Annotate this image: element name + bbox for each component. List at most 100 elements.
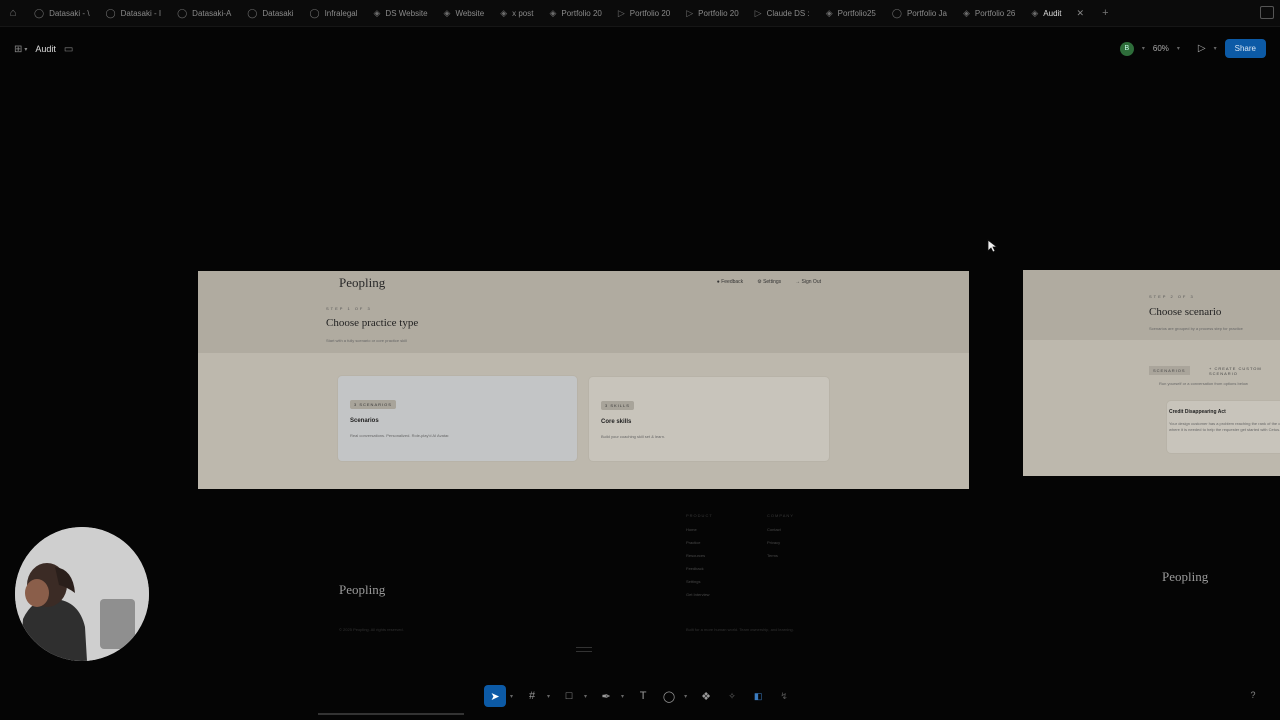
tab-8[interactable]: ◈ Portfolio 20 — [541, 0, 609, 26]
footer-link[interactable]: Contact — [767, 527, 781, 532]
card-title: Credit Disappearing Act — [1169, 409, 1226, 415]
tab-5[interactable]: ◈ DS Website — [366, 0, 436, 26]
tab-label: Portfolio 26 — [974, 8, 1016, 18]
footer-link[interactable]: Terms — [767, 553, 778, 558]
tab-label: Datasaki — [262, 8, 294, 18]
frame-header — [198, 271, 969, 353]
footer-tagline: Built for a more human world. Team owner… — [686, 627, 794, 632]
tab-2[interactable]: ◯ Datasaki-A — [169, 0, 239, 26]
present-icon[interactable]: ▷ — [1198, 43, 1206, 54]
footer-col-head: COMPANY — [767, 513, 794, 518]
tab-label: Website — [455, 8, 485, 18]
chevron-down-icon[interactable]: ▾ — [684, 693, 687, 700]
mouse-cursor-icon — [987, 239, 999, 253]
file-name[interactable]: Audit — [35, 44, 56, 54]
tab-label: Infralegal — [324, 8, 358, 18]
tab-3[interactable]: ◯ Datasaki — [239, 0, 301, 26]
tab-14[interactable]: ◈ Portfolio 26 — [955, 0, 1023, 26]
tab-1[interactable]: ◯ Datasaki - I — [98, 0, 170, 26]
card-desc: Build your coaching skill set & learn. — [601, 434, 666, 439]
nav-feedback[interactable]: ● Feedback — [717, 279, 743, 285]
tab-13[interactable]: ◯ Portfolio Ja — [884, 0, 955, 26]
tab-label: Claude DS : — [766, 8, 810, 18]
code-tool-icon[interactable]: ↯ — [773, 685, 795, 707]
design-icon: ◈ — [373, 7, 381, 18]
page-title: Choose scenario — [1149, 306, 1222, 318]
tab-0[interactable]: ◯ Datasaki - \ — [26, 0, 98, 26]
sidebar-toggle-icon[interactable]: ▭ — [64, 44, 73, 55]
core-skills-card[interactable]: 3 SKILLS Core skills Build your coaching… — [588, 376, 830, 462]
tab-12[interactable]: ◈ Portfolio25 — [818, 0, 884, 26]
main-menu-icon[interactable]: ⊞ — [14, 44, 22, 55]
tab-label: DS Website — [385, 8, 428, 18]
home-icon[interactable]: ⌂ — [0, 0, 26, 26]
comment-tool-icon[interactable]: ◯ — [658, 685, 680, 707]
tab-4[interactable]: ◯ Infralegal — [302, 0, 366, 26]
new-tab-icon[interactable]: + — [1102, 7, 1108, 19]
rectangle-tool-icon[interactable]: □ — [558, 685, 580, 707]
share-button[interactable]: Share — [1224, 39, 1266, 58]
pen-tool-icon[interactable]: ✒ — [595, 685, 617, 707]
scenario-card[interactable]: Credit Disappearing Act Your design cust… — [1166, 400, 1280, 454]
horizontal-scrollbar[interactable] — [318, 713, 464, 715]
bottom-toolbar: ➤ ▾ # ▾ □ ▾ ✒ ▾ T ◯ ▾ ❖ ✧ ◧ ↯ — [480, 682, 808, 710]
dev-mode-icon[interactable]: ◧ — [747, 685, 769, 707]
step-label: STEP 1 OF 3 — [326, 306, 372, 311]
chevron-down-icon[interactable]: ▾ — [1142, 45, 1145, 52]
text-tool-icon[interactable]: T — [632, 685, 654, 707]
footer-link[interactable]: Privacy — [767, 540, 780, 545]
window-layout-icon[interactable] — [1260, 6, 1274, 19]
zoom-level[interactable]: 60% — [1153, 44, 1169, 53]
chevron-down-icon[interactable]: ▾ — [547, 693, 550, 700]
filter-pill[interactable]: SCENARIOS — [1149, 366, 1190, 375]
tab-15[interactable]: ◈ Audit ✕ — [1023, 0, 1092, 26]
chevron-down-icon[interactable]: ▾ — [621, 693, 624, 700]
footer-link[interactable]: Home — [686, 527, 697, 532]
frame-practice-type[interactable]: Peopling ● Feedback ⚙ Settings → Sign Ou… — [198, 271, 969, 489]
play-icon: ▷ — [754, 7, 762, 18]
chevron-down-icon[interactable]: ▾ — [24, 46, 27, 53]
create-custom-button[interactable]: + CREATE CUSTOM SCENARIO — [1209, 366, 1280, 376]
top-nav: ● Feedback ⚙ Settings → Sign Out — [717, 279, 821, 285]
footer-link[interactable]: Resources — [686, 553, 705, 558]
footer-link[interactable]: Feedback — [686, 566, 704, 571]
card-desc: Your design customer has a problem reach… — [1169, 421, 1280, 432]
frame-choose-scenario[interactable]: STEP 2 OF 3 Choose scenario Scenarios ar… — [1023, 270, 1280, 476]
avatar[interactable]: B — [1119, 41, 1134, 56]
close-icon[interactable]: ✕ — [1077, 8, 1085, 19]
footer-link[interactable]: Practice — [686, 540, 700, 545]
tab-11[interactable]: ▷ Claude DS : — [747, 0, 818, 26]
chevron-down-icon[interactable]: ▾ — [584, 693, 587, 700]
play-icon: ▷ — [617, 7, 625, 18]
comment-icon: ◯ — [105, 7, 116, 18]
nav-settings[interactable]: ⚙ Settings — [757, 279, 781, 285]
design-icon: ◈ — [1031, 7, 1039, 18]
move-tool-icon[interactable]: ➤ — [484, 685, 506, 707]
components-tool-icon[interactable]: ❖ — [695, 685, 717, 707]
tab-label: Datasaki - \ — [49, 8, 90, 18]
ai-tool-icon[interactable]: ✧ — [721, 685, 743, 707]
help-icon[interactable]: ? — [1246, 688, 1260, 702]
tab-6[interactable]: ◈ Website — [436, 0, 493, 26]
design-icon: ◈ — [500, 7, 508, 18]
chevron-down-icon[interactable]: ▾ — [510, 693, 513, 700]
design-icon: ◈ — [962, 7, 970, 18]
scenarios-card[interactable]: 3 SCENARIOS Scenarios Real conversations… — [337, 375, 578, 462]
tab-10[interactable]: ▷ Portfolio 20 — [678, 0, 746, 26]
footer-link[interactable]: Settings — [686, 579, 700, 584]
tab-label: Datasaki-A — [192, 8, 232, 18]
chevron-down-icon[interactable]: ▾ — [1177, 45, 1180, 52]
tab-7[interactable]: ◈ x post — [492, 0, 541, 26]
nav-signout[interactable]: → Sign Out — [795, 279, 821, 285]
person-icon — [15, 527, 149, 661]
drag-handle-icon[interactable] — [576, 647, 592, 652]
footer-link[interactable]: Get Interview — [686, 592, 710, 597]
comment-icon: ◯ — [891, 7, 902, 18]
comment-icon: ◯ — [34, 7, 45, 18]
chevron-down-icon[interactable]: ▾ — [1214, 45, 1217, 52]
tab-9[interactable]: ▷ Portfolio 20 — [610, 0, 678, 26]
step-label: STEP 2 OF 3 — [1149, 294, 1195, 299]
frame-tool-icon[interactable]: # — [521, 685, 543, 707]
tab-label: Portfolio 20 — [561, 8, 602, 18]
scenario-hint: Run yourself or a conversation from opti… — [1159, 381, 1248, 386]
